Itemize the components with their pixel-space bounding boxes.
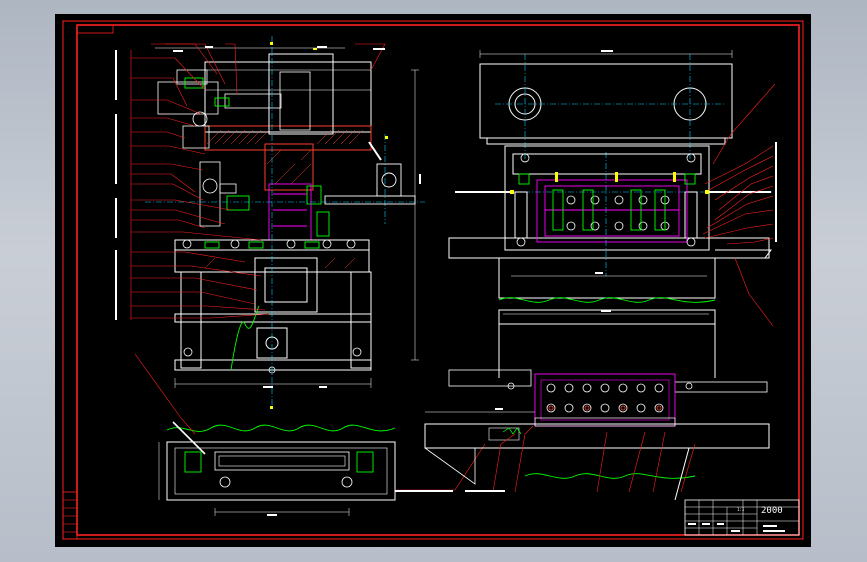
punch-group-side [536,179,688,243]
side-leader-lines [492,83,776,493]
side-center-lines [491,54,773,276]
punch-holder-front [268,183,312,241]
title-block-code: 2000 [761,506,783,516]
side-dimension-lines [425,50,733,413]
upper-die-plate [204,53,372,191]
lower-die [174,239,372,371]
stripper-mechanism [157,69,282,227]
lower-strip-break-line [166,424,396,432]
die-shoe-side [498,309,716,378]
side-section-view [424,50,776,501]
guide-components [184,77,330,249]
mold-assembly-drawing: 2000 1:1 [62,20,804,540]
side-strip-break-line-lower [524,473,696,479]
front-leader-lines [130,43,386,320]
strip-layout-view [424,369,770,501]
die-body-side [448,145,772,299]
title-block-scale: 1:1 [737,507,745,512]
side-lever [324,141,416,205]
front-section-view [130,36,425,409]
title-block: 2000 1:1 [684,499,800,536]
section-hatch [204,129,364,269]
cad-viewport[interactable]: 2000 1:1 [55,14,811,547]
drawing-frame [62,20,804,540]
dimension-value-glyphs [115,46,777,516]
front-center-lines [145,36,425,406]
